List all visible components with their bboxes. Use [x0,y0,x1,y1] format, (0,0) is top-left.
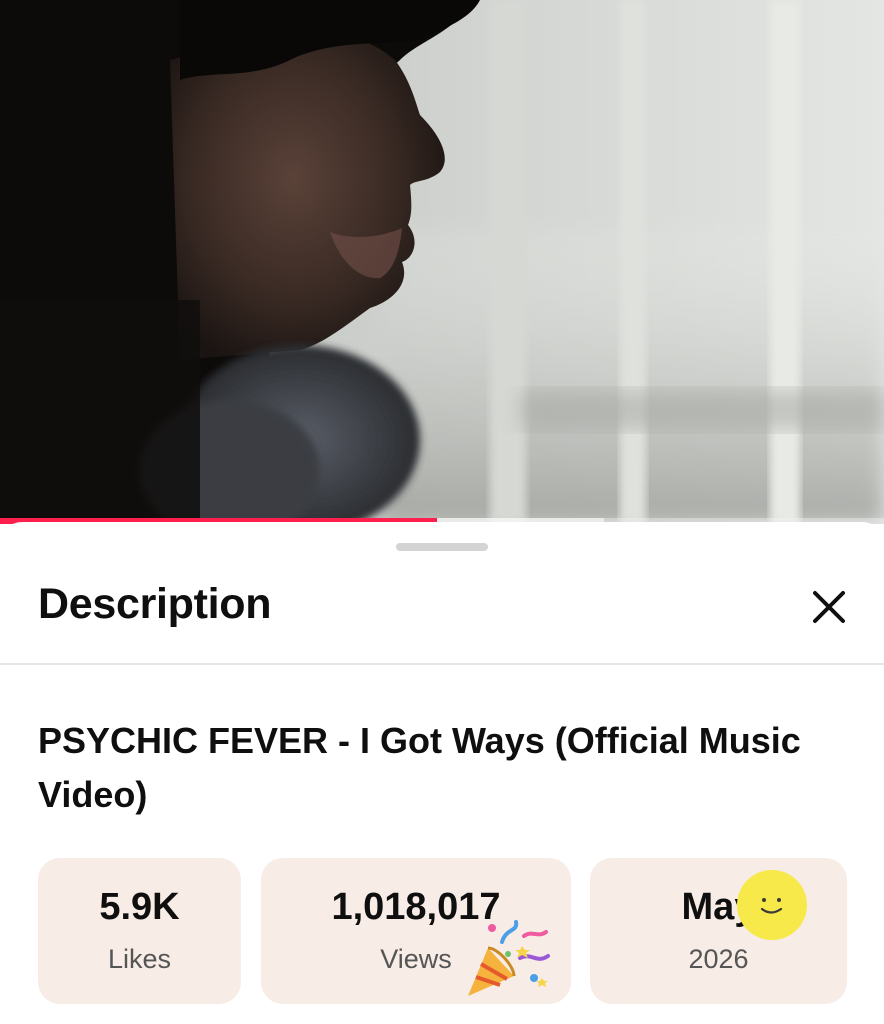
party-popper-emoji-icon [468,920,550,996]
drag-handle[interactable] [396,543,488,551]
likes-stat: 5.9K Likes [38,858,241,1004]
close-button[interactable] [806,584,852,630]
likes-count: 5.9K [99,886,180,928]
likes-label: Likes [107,944,172,974]
video-frame [0,0,884,524]
divider [0,663,884,665]
date-stat: May 2026 [590,858,847,1004]
close-icon [813,591,845,623]
video-title: PSYCHIC FEVER - I Got Ways (Official Mus… [38,720,801,815]
description-sheet: Description PSYCHIC FEVER - I Got Ways (… [0,522,884,1024]
sheet-title: Description [38,580,272,628]
smile-emoji-icon [737,870,807,940]
video-player[interactable] [0,0,884,524]
date-year: 2026 [688,944,749,974]
date-month: May [681,886,756,928]
